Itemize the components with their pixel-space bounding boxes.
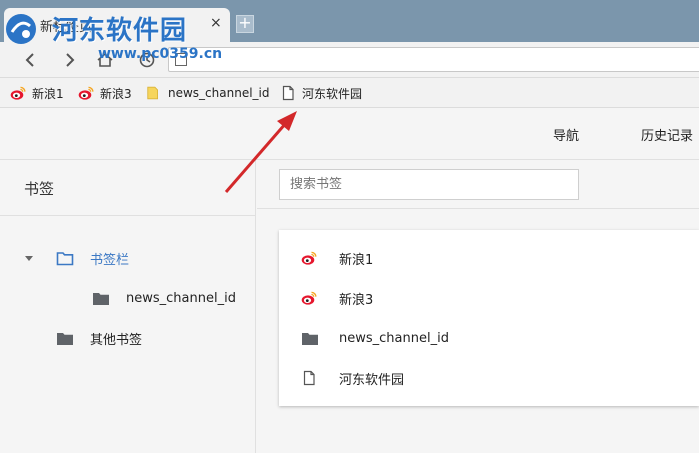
watermark-title: 河东软件园 [52,16,188,46]
caret-down-icon[interactable] [24,253,34,263]
panel-title: 书签 [24,180,55,198]
weibo-icon [301,290,317,306]
watermark-logo-icon [6,14,36,44]
bookmark-label: 河东软件园 [302,86,363,101]
page-icon [280,85,296,101]
bookmarks-bar: 新浪1 新浪3 news_channel_id 河东软件园 [0,78,699,108]
folder-icon [56,331,74,346]
search-input[interactable] [279,169,579,200]
bookmark-folder[interactable]: news_channel_id [146,78,270,108]
tab-close-icon[interactable]: × [210,16,222,30]
tree-item-news-channel[interactable]: news_channel_id [0,278,256,318]
bookmark-label: 新浪1 [32,86,64,101]
bookmark-label: news_channel_id [168,86,270,100]
nav-link[interactable]: 导航 [553,125,579,144]
bookmark-item[interactable]: 新浪1 [10,78,64,108]
list-item-label: 新浪3 [339,292,374,308]
tree-item-label: 其他书签 [90,332,143,348]
list-item[interactable]: 河东软件园 [279,358,699,398]
weibo-icon [10,85,26,101]
folder-icon [301,331,319,346]
history-link[interactable]: 历史记录 [641,125,693,144]
list-item-label: 河东软件园 [339,372,405,388]
folder-icon [92,291,110,306]
tree-item-bookmarks-bar[interactable]: 书签栏 [0,238,256,278]
bookmarks-header: 导航 历史记录 [0,108,699,160]
tree-item-other-bookmarks[interactable]: 其他书签 [0,318,256,358]
list-item[interactable]: 新浪1 [279,238,699,278]
bookmark-item[interactable]: 河东软件园 [280,78,362,108]
page-icon [301,370,317,386]
address-bar[interactable] [168,47,699,72]
forward-icon[interactable] [60,51,78,69]
bookmark-label: 新浪3 [100,86,132,101]
new-tab-button[interactable]: + [236,15,254,33]
weibo-icon [78,85,94,101]
list-item[interactable]: news_channel_id [279,318,699,358]
folder-icon [146,85,162,101]
weibo-icon [301,250,317,266]
divider [0,215,256,216]
list-item-label: 新浪1 [339,252,374,268]
list-item[interactable]: 新浪3 [279,278,699,318]
tree-item-label: news_channel_id [126,290,236,306]
tree-item-label: 书签栏 [90,252,130,268]
bookmark-list-panel: 新浪1 新浪3 news_channel_id 河东软件园 [257,160,699,453]
divider [257,208,699,209]
bookmark-item[interactable]: 新浪3 [78,78,132,108]
bookmark-tree-panel: 书签 书签栏 news_channel_id 其他书签 [0,160,256,453]
list-item-label: news_channel_id [339,330,449,346]
back-icon[interactable] [22,51,40,69]
watermark-url: www.pc0359.cn [98,46,223,62]
folder-open-icon [56,251,74,265]
bookmark-list: 新浪1 新浪3 news_channel_id 河东软件园 [279,230,699,406]
